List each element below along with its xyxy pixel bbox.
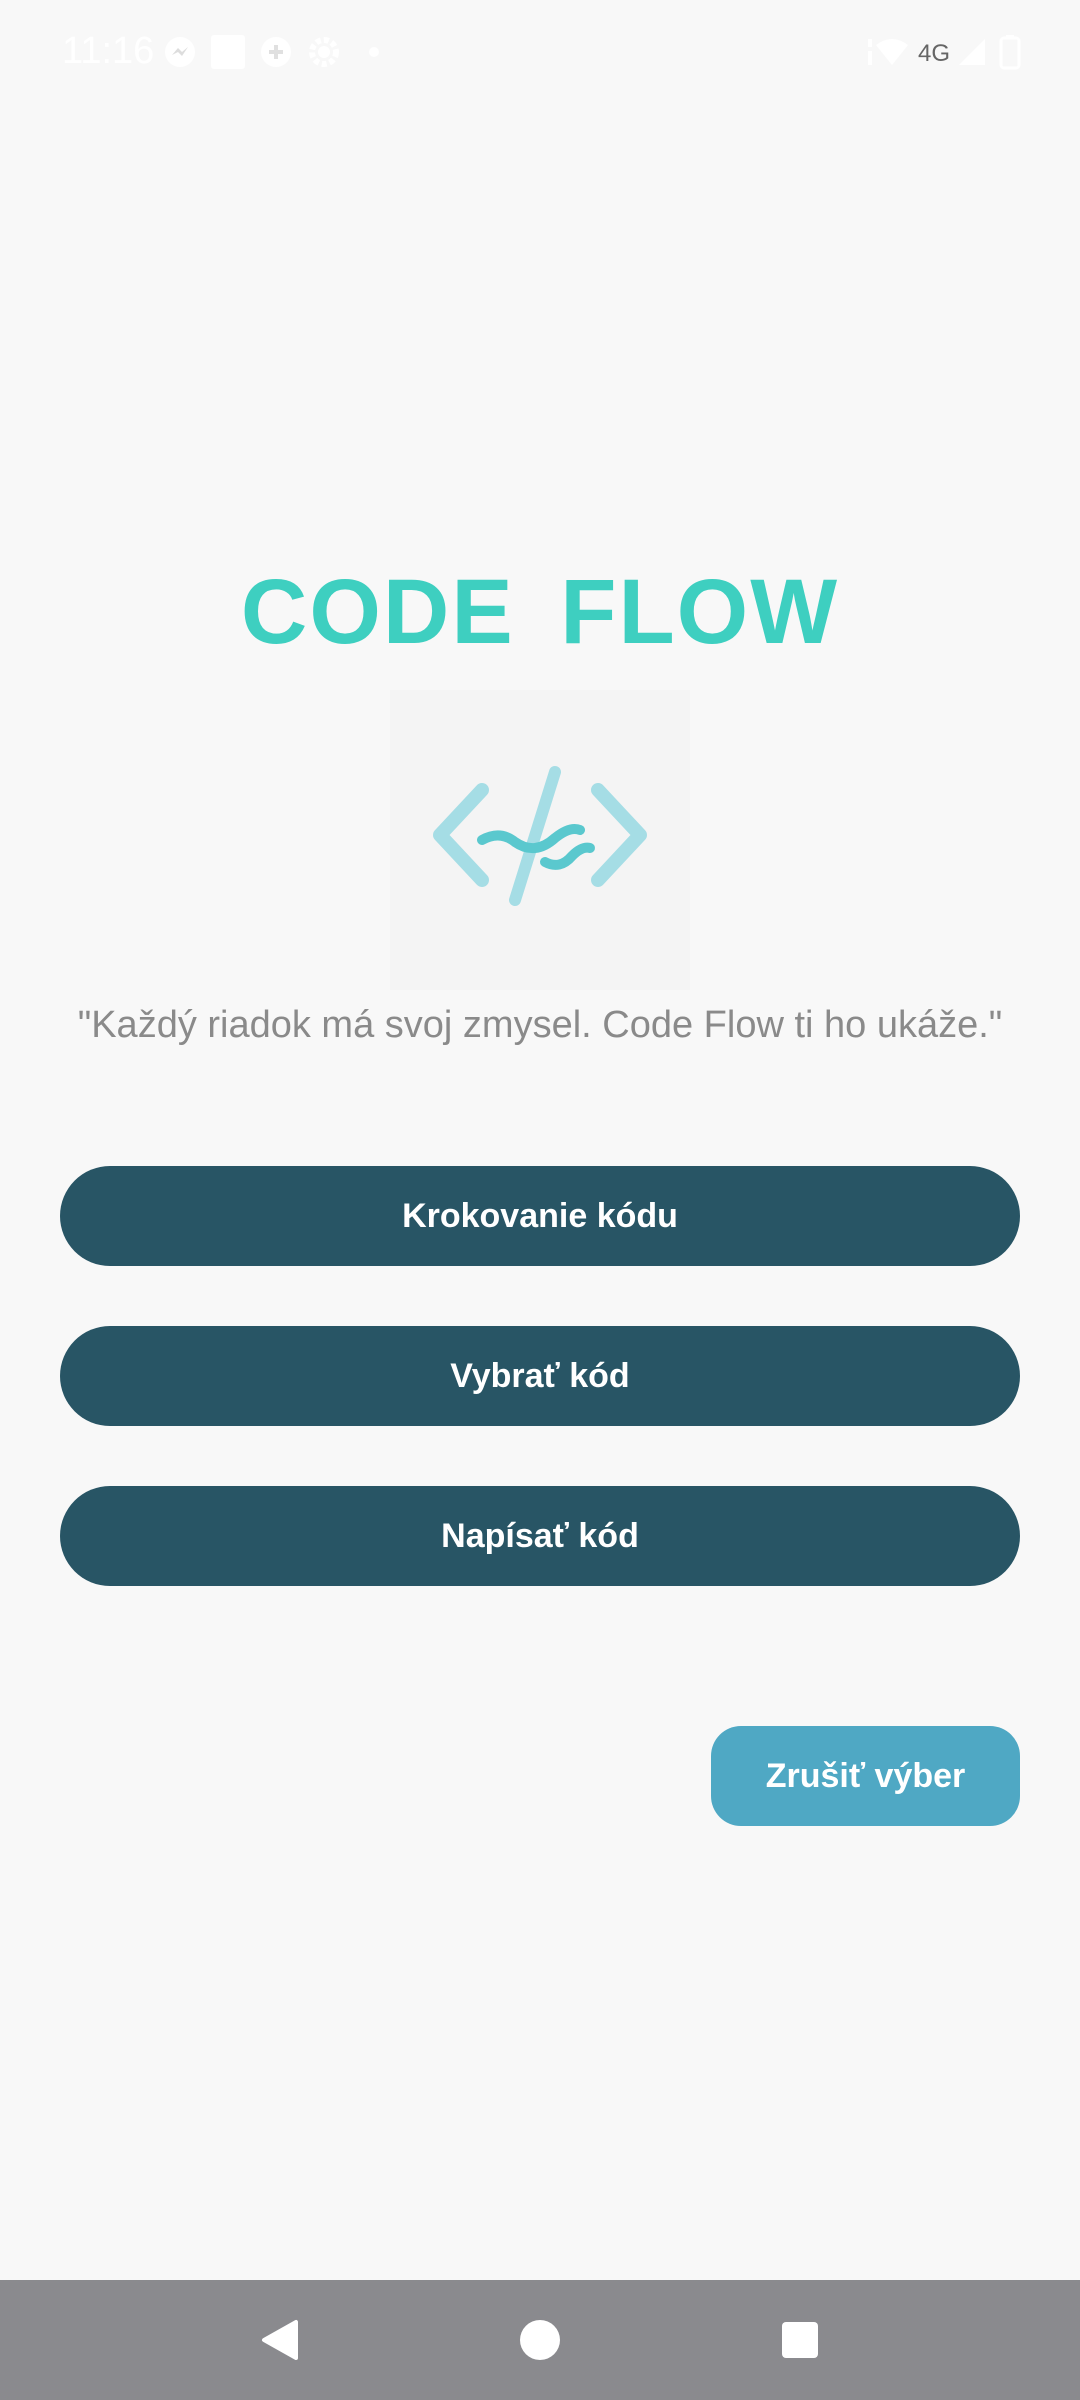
recents-icon[interactable] xyxy=(770,2310,830,2370)
square-notification-icon xyxy=(210,34,246,70)
back-icon[interactable] xyxy=(250,2310,310,2370)
krokovanie-kodu-button[interactable]: Krokovanie kódu xyxy=(60,1166,1020,1266)
messenger-icon xyxy=(162,34,198,70)
app-title: CODE FLOW xyxy=(240,561,840,663)
wifi-icon xyxy=(874,34,910,70)
tagline: "Každý riadok má svoj zmysel. Code Flow … xyxy=(77,1004,1003,1046)
code-flow-logo-icon xyxy=(390,690,690,990)
game-controller-icon xyxy=(258,34,294,70)
battery-icon xyxy=(992,34,1028,70)
vybrat-kod-button[interactable]: Vybrať kód xyxy=(60,1326,1020,1426)
dot-icon xyxy=(356,34,392,70)
network-type-label: 4G xyxy=(918,40,951,67)
navigation-bar xyxy=(0,2280,1080,2400)
cell-signal-icon xyxy=(954,34,990,70)
status-time: 11:16 xyxy=(62,30,155,72)
cancel-selection-button[interactable]: Zrušiť výber xyxy=(711,1726,1020,1826)
status-bar: 11:16 4G xyxy=(0,0,1080,110)
home-icon[interactable] xyxy=(510,2310,570,2370)
settings-icon xyxy=(306,34,342,70)
napisat-kod-button[interactable]: Napísať kód xyxy=(60,1486,1020,1586)
